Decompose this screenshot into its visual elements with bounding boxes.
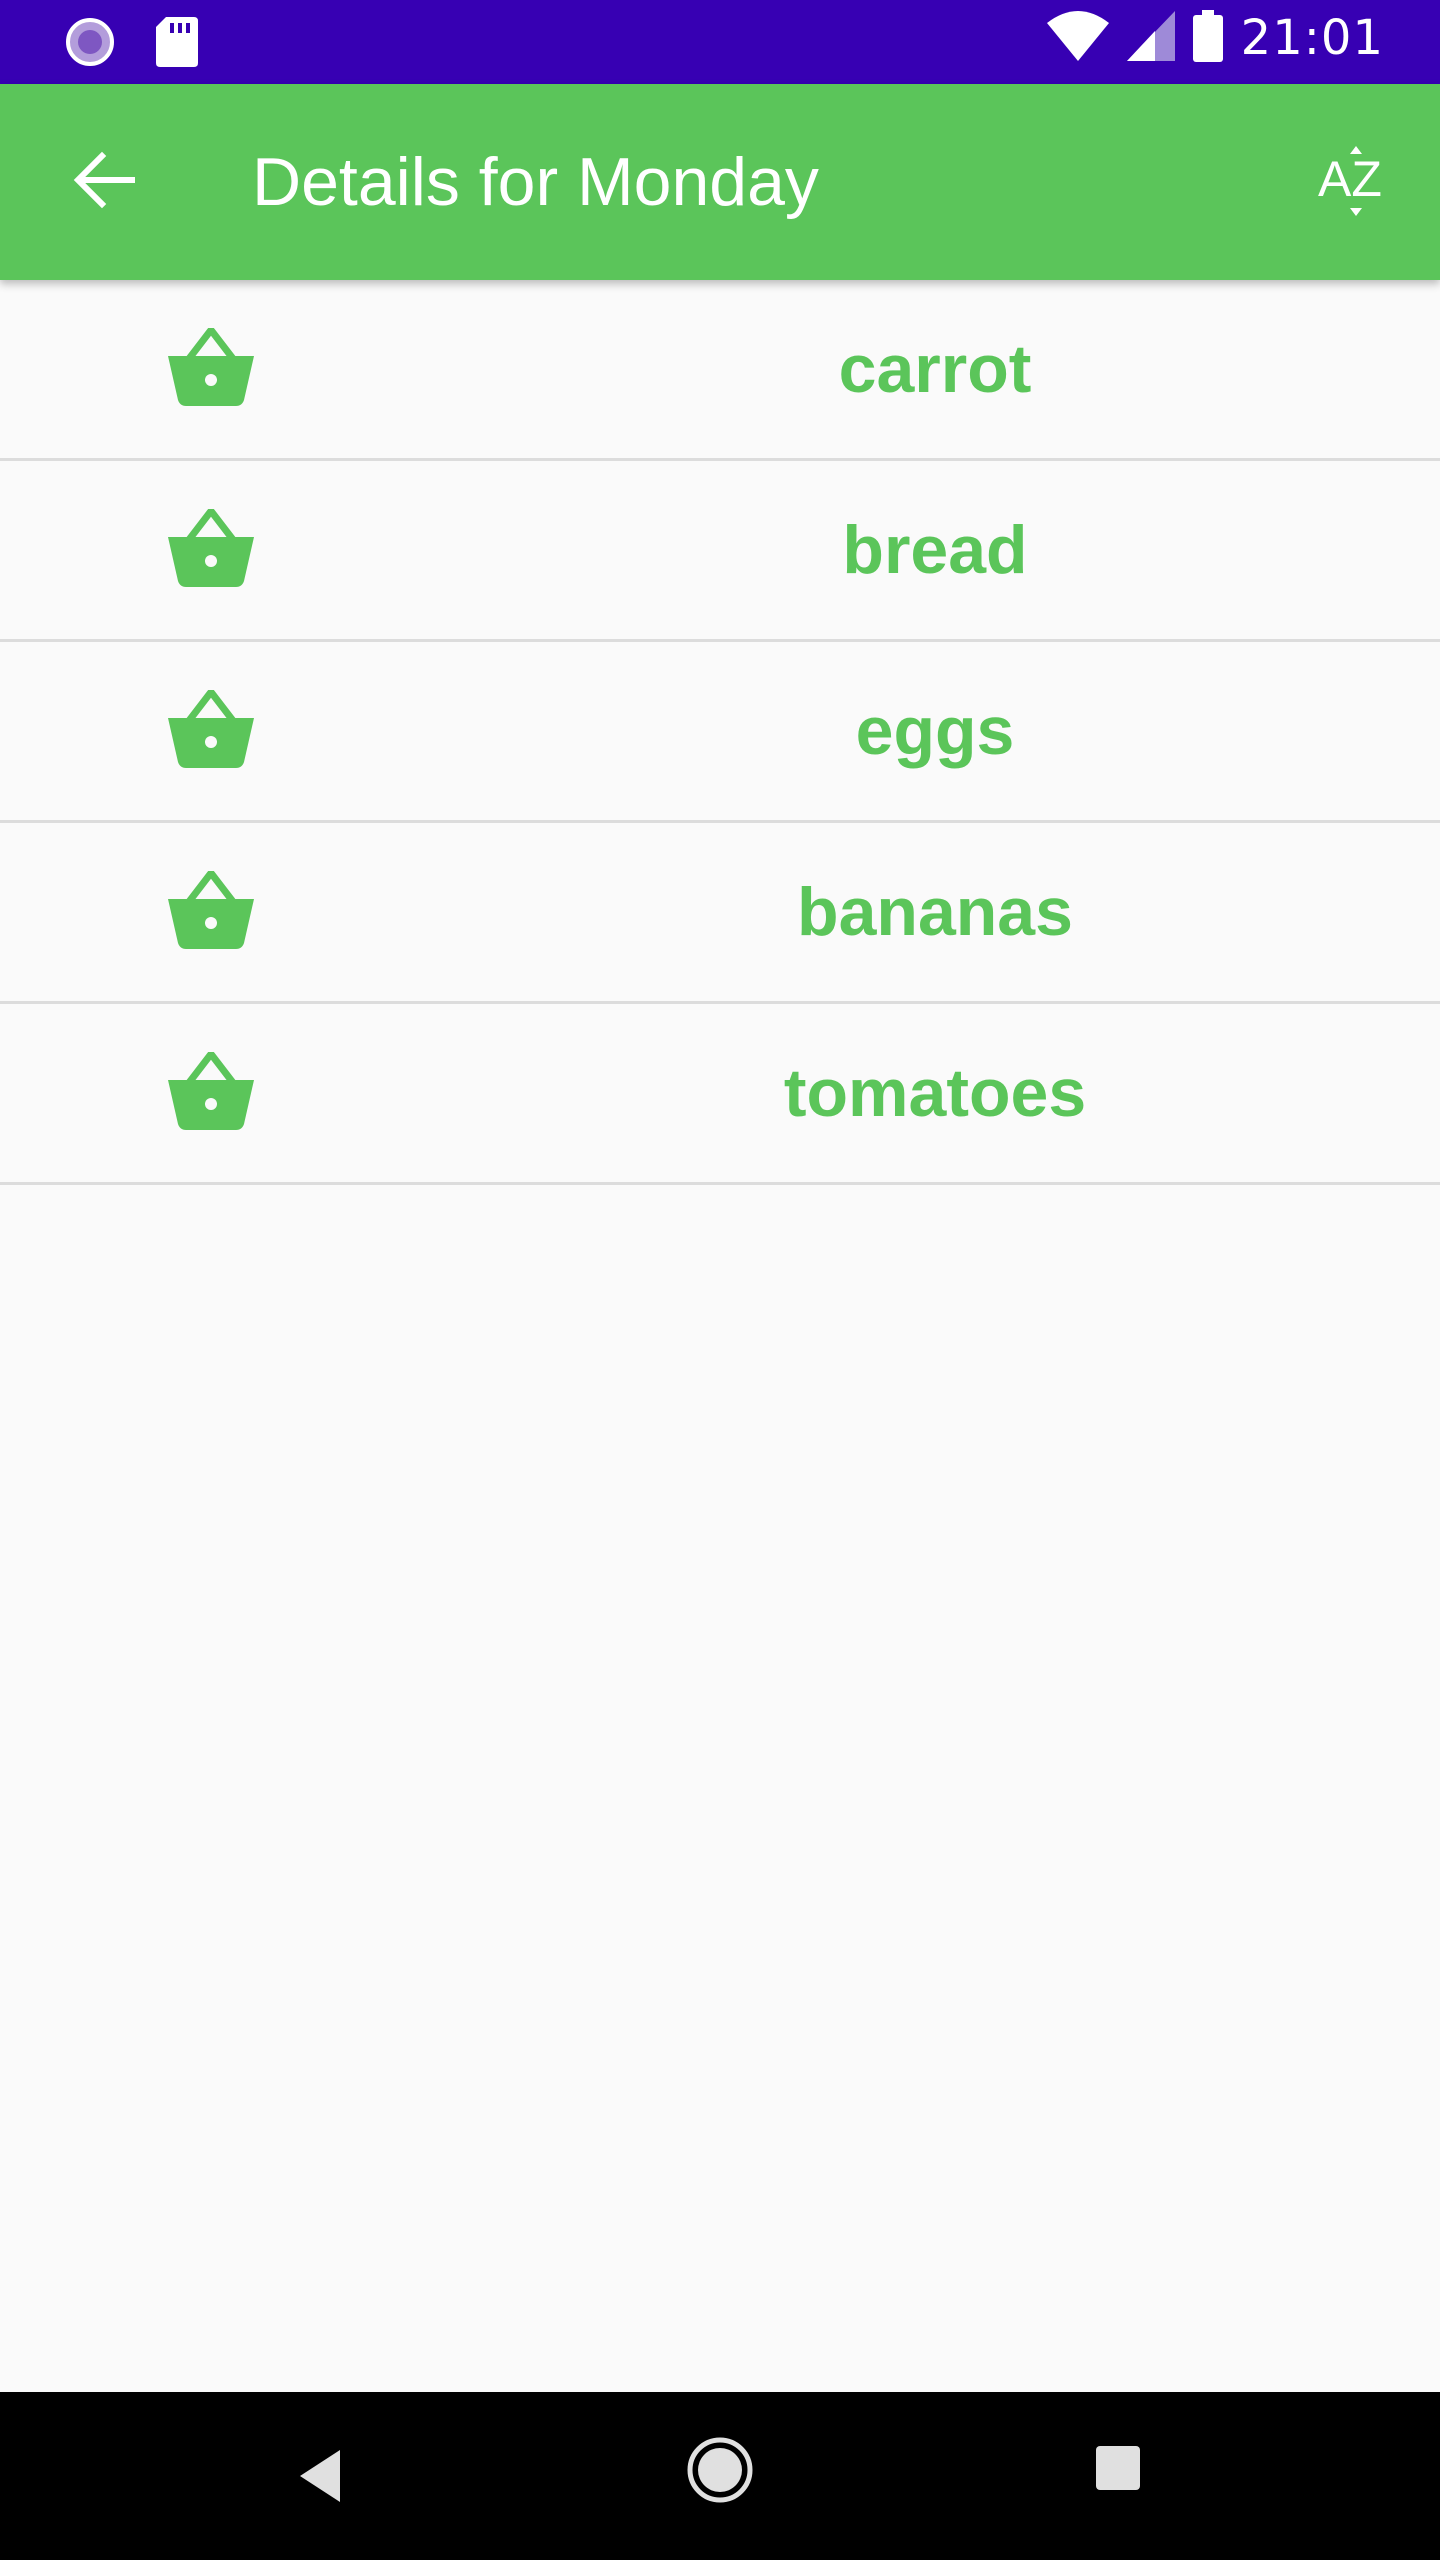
basket-icon (168, 1050, 254, 1132)
arrow-back-icon (72, 148, 136, 216)
list-item[interactable]: eggs (0, 642, 1440, 823)
list-item[interactable]: tomatoes (0, 1004, 1440, 1185)
basket-icon (168, 507, 254, 589)
page-title: Details for Monday (252, 144, 819, 220)
battery-icon (1192, 10, 1223, 66)
list-item[interactable]: bananas (0, 823, 1440, 1004)
item-label: bananas (797, 874, 1073, 950)
app-bar: Details for Monday AZ (0, 84, 1440, 280)
basket-icon (168, 869, 254, 951)
signal-icon (1126, 11, 1175, 65)
item-list: carrot bread eggs bananas tomatoes (0, 280, 1440, 1185)
system-nav-bar (0, 2392, 1440, 2560)
basket-icon (168, 326, 254, 408)
status-right-icons: 21:01 (1046, 10, 1384, 66)
item-label: tomatoes (783, 1055, 1087, 1131)
item-label: bread (842, 512, 1028, 588)
status-left-icons (64, 16, 198, 72)
basket-icon (168, 688, 254, 770)
sort-az-icon: AZ (1318, 142, 1394, 222)
nav-back-icon[interactable] (290, 2436, 360, 2516)
sd-card-icon (156, 17, 198, 71)
sort-az-button[interactable]: AZ (1308, 134, 1404, 230)
sync-icon (64, 16, 116, 72)
list-item[interactable]: bread (0, 461, 1440, 642)
wifi-icon (1046, 11, 1109, 65)
item-label: carrot (838, 331, 1032, 407)
status-bar: 21:01 (0, 0, 1440, 84)
status-time: 21:01 (1240, 10, 1384, 66)
nav-recents-icon[interactable] (1096, 2446, 1140, 2506)
sort-az-icon-text: AZ (1318, 151, 1382, 207)
item-label: eggs (855, 693, 1015, 769)
back-button[interactable] (56, 134, 152, 230)
list-item[interactable]: carrot (0, 280, 1440, 461)
nav-home-icon[interactable] (686, 2436, 754, 2504)
